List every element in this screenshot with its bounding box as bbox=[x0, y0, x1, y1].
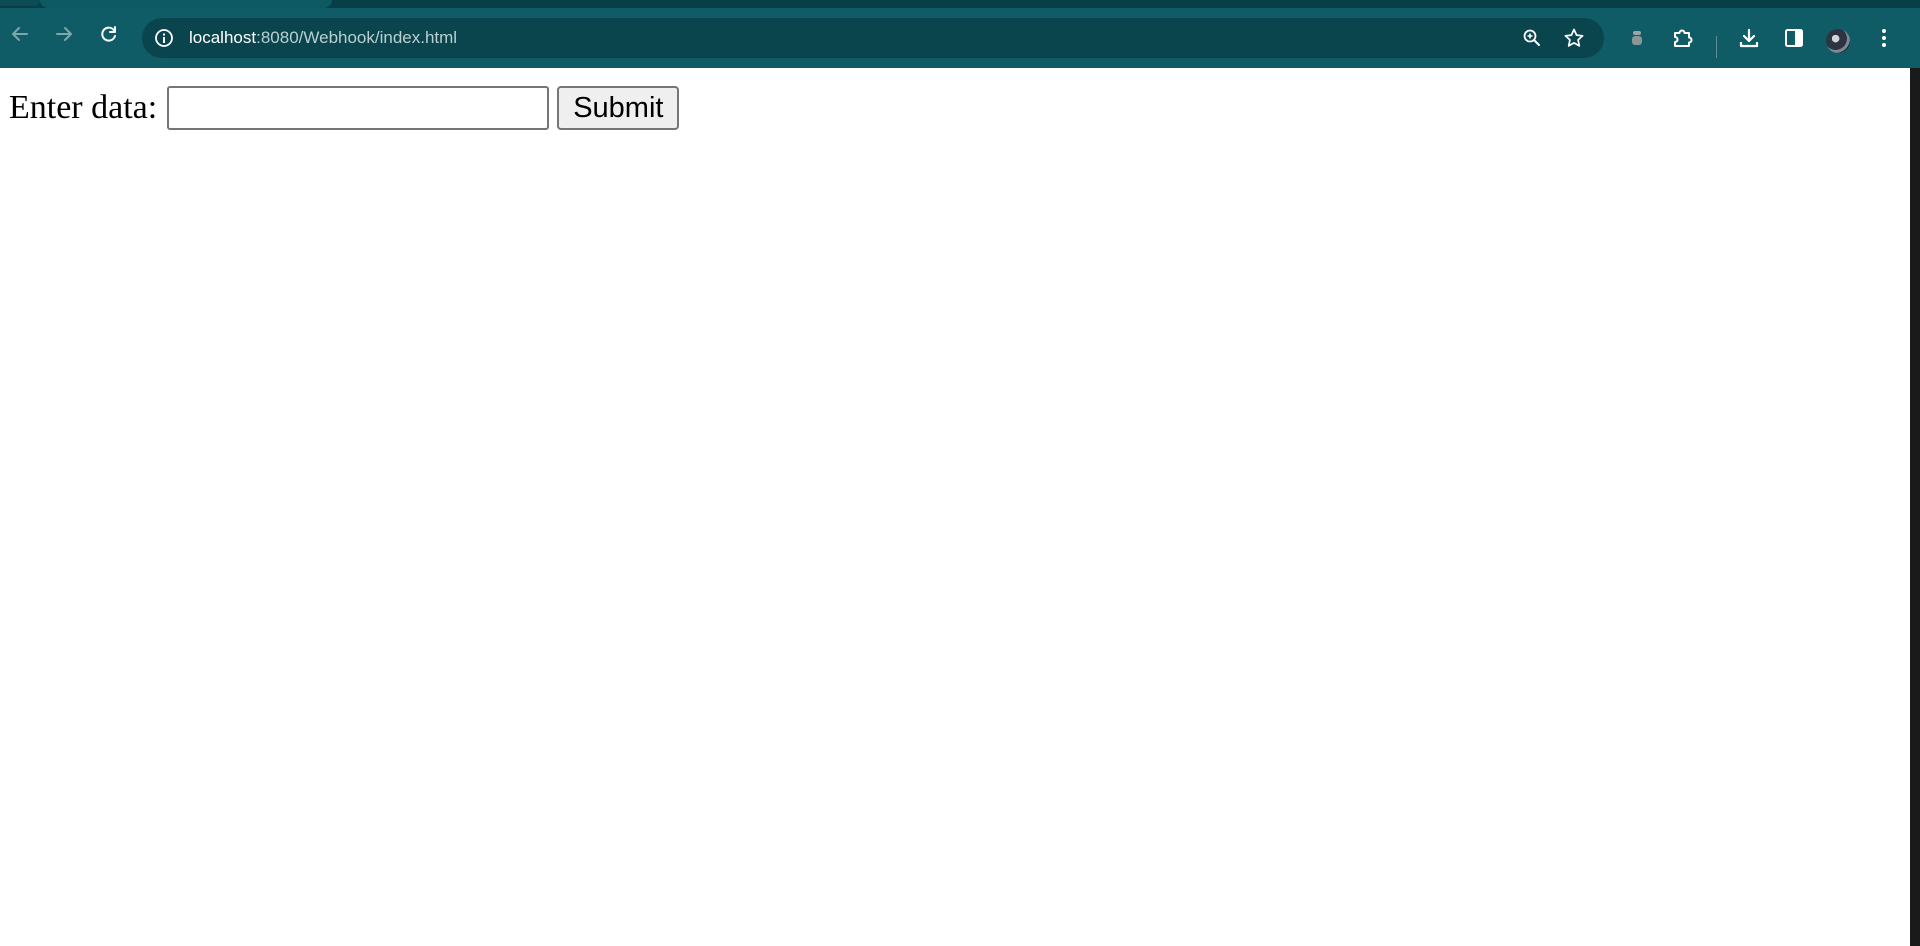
page-content: Enter data: Submit bbox=[0, 68, 1910, 946]
bookmark-star-icon[interactable] bbox=[1562, 26, 1586, 50]
tab-strip bbox=[0, 0, 1920, 8]
browser-window: localhost:8080/Webhook/index.html Enter … bbox=[0, 0, 1920, 946]
toolbar-divider bbox=[1716, 36, 1717, 58]
tab-strip-edge bbox=[0, 0, 40, 6]
back-arrow-icon bbox=[10, 24, 30, 49]
reload-button[interactable] bbox=[89, 16, 129, 56]
address-bar[interactable]: localhost:8080/Webhook/index.html bbox=[142, 18, 1604, 58]
side-panel-icon[interactable] bbox=[1780, 24, 1808, 52]
data-form: Enter data: Submit bbox=[9, 86, 680, 130]
forward-arrow-icon bbox=[54, 24, 74, 49]
forward-button[interactable] bbox=[44, 16, 84, 56]
submit-button[interactable]: Submit bbox=[557, 86, 680, 130]
browser-toolbar: localhost:8080/Webhook/index.html bbox=[0, 8, 1920, 68]
reload-icon bbox=[99, 24, 119, 49]
window-edge bbox=[1910, 68, 1920, 946]
zoom-icon[interactable] bbox=[1520, 26, 1544, 50]
back-button[interactable] bbox=[0, 16, 40, 56]
site-info-icon[interactable] bbox=[152, 26, 176, 50]
data-input[interactable] bbox=[167, 86, 550, 130]
puzzle-icon[interactable] bbox=[1669, 24, 1697, 52]
active-tab[interactable] bbox=[40, 0, 332, 8]
address-url[interactable]: localhost:8080/Webhook/index.html bbox=[189, 28, 457, 48]
url-host: localhost bbox=[189, 28, 257, 47]
extension-icon[interactable] bbox=[1623, 16, 1651, 60]
data-label: Enter data: bbox=[9, 89, 158, 126]
download-icon[interactable] bbox=[1735, 24, 1763, 52]
avatar[interactable] bbox=[1826, 29, 1850, 53]
more-vert-icon[interactable] bbox=[1870, 24, 1898, 52]
url-path: :8080/Webhook/index.html bbox=[256, 28, 458, 47]
